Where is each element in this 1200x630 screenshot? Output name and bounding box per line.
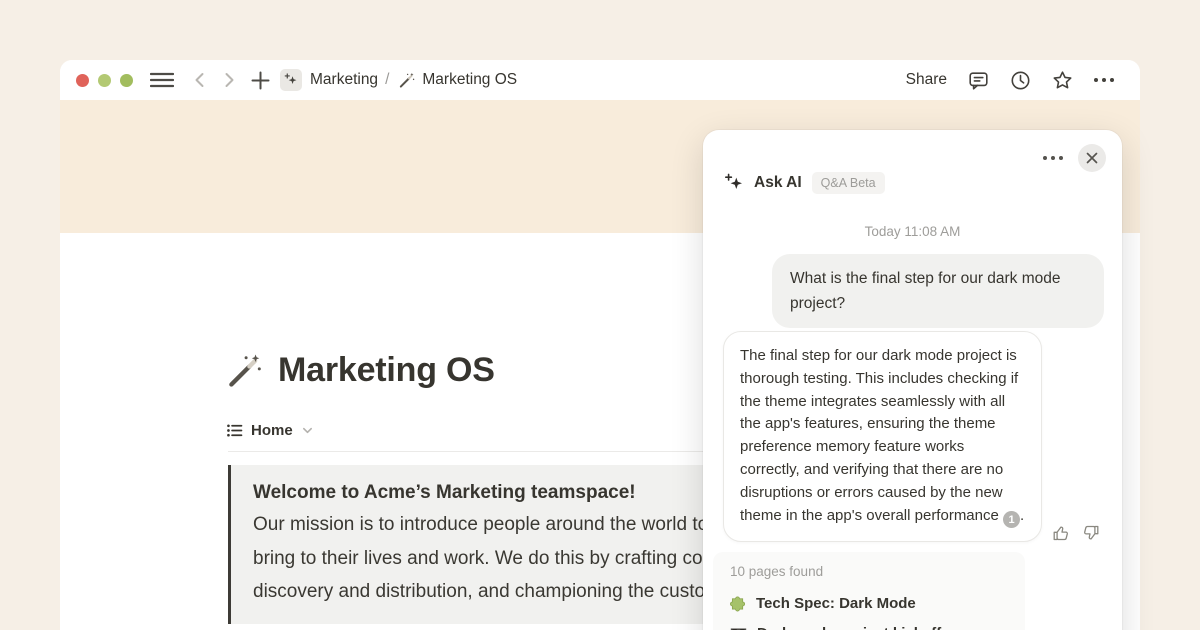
favorite-star-icon[interactable] xyxy=(1052,70,1073,91)
wand-icon xyxy=(398,72,415,89)
ai-sparkle-icon xyxy=(724,173,744,193)
sidebar-menu-icon[interactable] xyxy=(150,71,174,89)
chevron-down-icon xyxy=(302,425,313,436)
breadcrumb: Marketing / Marketing OS xyxy=(310,71,517,89)
source-item[interactable]: Dark mode project kickoff xyxy=(730,618,1025,630)
toolbar-actions: Share xyxy=(906,70,1114,91)
zoom-window-light[interactable] xyxy=(120,74,133,87)
title-bar: Marketing / Marketing OS Share xyxy=(60,60,1140,100)
breadcrumb-teamspace[interactable]: Marketing xyxy=(310,71,378,89)
share-button[interactable]: Share xyxy=(906,71,947,89)
ai-response-bubble: The final step for our dark mode project… xyxy=(723,331,1042,542)
screenshot-stage: Marketing / Marketing OS Share xyxy=(0,0,1200,630)
panel-more-button[interactable] xyxy=(1043,156,1063,160)
close-window-light[interactable] xyxy=(76,74,89,87)
list-view-icon xyxy=(226,422,243,439)
wand-icon-large[interactable] xyxy=(226,353,262,389)
source-title: Tech Spec: Dark Mode xyxy=(756,595,916,612)
teamspace-sparkle-icon[interactable] xyxy=(280,69,302,91)
thumbs-down-icon[interactable] xyxy=(1082,524,1100,542)
qa-beta-badge: Q&A Beta xyxy=(812,172,885,194)
close-panel-button[interactable] xyxy=(1078,144,1106,172)
sunglasses-icon xyxy=(730,626,747,630)
window-controls xyxy=(76,74,133,87)
user-message-bubble: What is the final step for our dark mode… xyxy=(772,254,1104,328)
panel-controls xyxy=(1043,144,1106,172)
sources-panel: 10 pages found Tech Spec: Dark Mode Dark… xyxy=(713,552,1025,630)
feedback-buttons xyxy=(1052,524,1100,542)
sources-count: 10 pages found xyxy=(730,564,1025,579)
forward-icon[interactable] xyxy=(220,71,238,89)
ask-ai-panel: Ask AI Q&A Beta Today 11:08 AM What is t… xyxy=(703,130,1122,630)
ai-response-text: The final step for our dark mode project… xyxy=(740,347,1018,524)
updates-clock-icon[interactable] xyxy=(1010,70,1031,91)
breadcrumb-separator: / xyxy=(385,71,389,89)
minimize-window-light[interactable] xyxy=(98,74,111,87)
page-title[interactable]: Marketing OS xyxy=(278,351,495,390)
panel-header: Ask AI Q&A Beta xyxy=(724,172,885,194)
citation-badge[interactable]: 1 xyxy=(1003,511,1020,528)
puzzle-icon xyxy=(730,595,746,612)
view-tab-home[interactable]: Home xyxy=(226,422,313,439)
ai-response-period: . xyxy=(1020,507,1024,524)
back-icon[interactable] xyxy=(191,71,209,89)
view-tab-label: Home xyxy=(251,422,293,439)
page-title-row: Marketing OS xyxy=(226,351,495,390)
new-page-icon[interactable] xyxy=(251,71,270,90)
source-item[interactable]: Tech Spec: Dark Mode xyxy=(730,588,1025,618)
breadcrumb-page[interactable]: Marketing OS xyxy=(422,71,517,89)
panel-title: Ask AI xyxy=(754,174,802,192)
source-title: Dark mode project kickoff xyxy=(757,625,941,630)
chat-timestamp: Today 11:08 AM xyxy=(703,224,1122,239)
comments-icon[interactable] xyxy=(968,70,989,91)
close-icon xyxy=(1086,152,1098,164)
thumbs-up-icon[interactable] xyxy=(1052,524,1070,542)
more-options-button[interactable] xyxy=(1094,78,1114,82)
